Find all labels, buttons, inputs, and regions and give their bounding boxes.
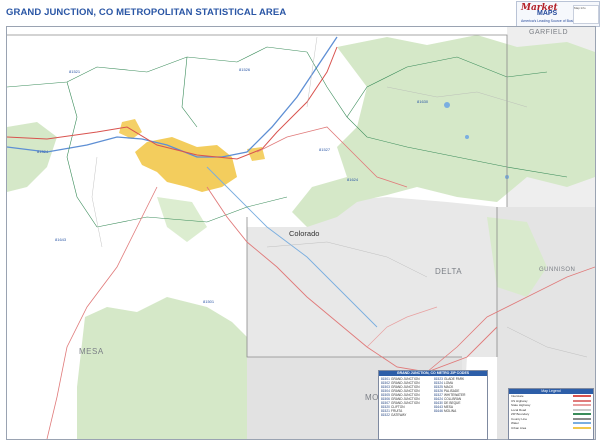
zip-legend-column-left: 81501 GRAND JUNCTION 81502 GRAND JUNCTION 81… <box>381 377 432 417</box>
lake-2 <box>465 135 469 139</box>
map-key-swatch <box>573 413 591 416</box>
zip-code: 81522 <box>381 413 390 417</box>
county-label-gunnison: GUNNISON <box>539 267 576 273</box>
map-key-label: County Line <box>511 416 528 421</box>
zip-legend-row: 81522 GATEWAY <box>381 413 432 417</box>
forest-area-south <box>77 297 247 439</box>
zip-label-81630: 81630 <box>417 99 429 104</box>
zip-place-name: MOLINA <box>444 409 457 413</box>
map-key-label: Interstate <box>511 394 524 399</box>
market-maps-logo: Market MAPS America's Leading Source of … <box>516 1 600 27</box>
map-key-label: US Highway <box>511 398 528 403</box>
forest-area-central <box>157 197 207 242</box>
map-key-rows: Interstate US Highway State Highway Local R… <box>509 394 593 430</box>
logo-brand-bottom: MAPS <box>537 10 558 17</box>
zip-label-81624: 81624 <box>347 177 359 182</box>
forest-area-west <box>7 122 57 192</box>
county-label-garfield: GARFIELD <box>529 29 569 36</box>
map-key-swatch <box>573 417 591 420</box>
zip-code-legend: GRAND JUNCTION, CO METRO ZIP CODES 81501… <box>378 370 488 440</box>
map-key-label: Urban Area <box>511 425 527 430</box>
logo-info-text: Map Info <box>574 6 586 10</box>
zip-legend-row: 81646 MOLINA <box>434 409 485 413</box>
map-key-swatch <box>573 422 591 425</box>
map-key-swatch <box>573 399 591 402</box>
zip-label-81521: 81521 <box>69 69 81 74</box>
map-key-legend: Map Legend Interstate US Highway State Hig… <box>508 388 594 440</box>
zip-boundary-2 <box>66 81 98 228</box>
zip-label-81643: 81643 <box>55 237 67 242</box>
map-key-label: ZIP Boundary <box>511 412 530 417</box>
county-label-delta: DELTA <box>435 267 463 276</box>
zip-code: 81646 <box>434 409 443 413</box>
header: GRAND JUNCTION, CO METROPOLITAN STATISTI… <box>0 0 600 27</box>
map-key-swatch <box>573 426 591 429</box>
local-road-1 <box>306 36 318 108</box>
zip-place-name: GATEWAY <box>391 413 407 417</box>
map-key-swatch <box>573 395 591 398</box>
zip-label-81524: 81524 <box>37 149 49 154</box>
map-key-row: Urban Area <box>509 426 593 431</box>
local-road-3 <box>91 156 103 248</box>
map-title: GRAND JUNCTION, CO METROPOLITAN STATISTI… <box>6 7 287 18</box>
zip-label-81526: 81526 <box>239 67 251 72</box>
urban-area-grand-junction <box>135 137 237 192</box>
zip-label-81527: 81527 <box>319 147 331 152</box>
map-canvas[interactable]: GARFIELD DELTA GUNNISON MESA MONTROSE Co… <box>6 26 596 440</box>
zip-label-81501: 81501 <box>203 299 215 304</box>
map-page: GRAND JUNCTION, CO METROPOLITAN STATISTI… <box>0 0 600 441</box>
zip-legend-columns: 81501 GRAND JUNCTION 81502 GRAND JUNCTION 81… <box>379 376 487 418</box>
map-key-swatch <box>573 404 591 407</box>
county-label-mesa: MESA <box>79 347 104 356</box>
zip-legend-column-right: 81523 GLADE PARK 81524 LOMA 81525 MACK 81526 PA… <box>434 377 485 417</box>
map-key-label: Local Road <box>511 407 527 412</box>
state-label-colorado: Colorado <box>289 229 320 238</box>
logo-info-box: Map Info <box>573 5 599 24</box>
map-key-label: Water <box>511 421 519 426</box>
zip-boundary-1 <box>7 46 308 88</box>
map-key-swatch <box>573 408 591 411</box>
zip-boundary-3 <box>181 56 198 128</box>
lake-1 <box>444 102 450 108</box>
map-key-label: State Highway <box>511 403 531 408</box>
